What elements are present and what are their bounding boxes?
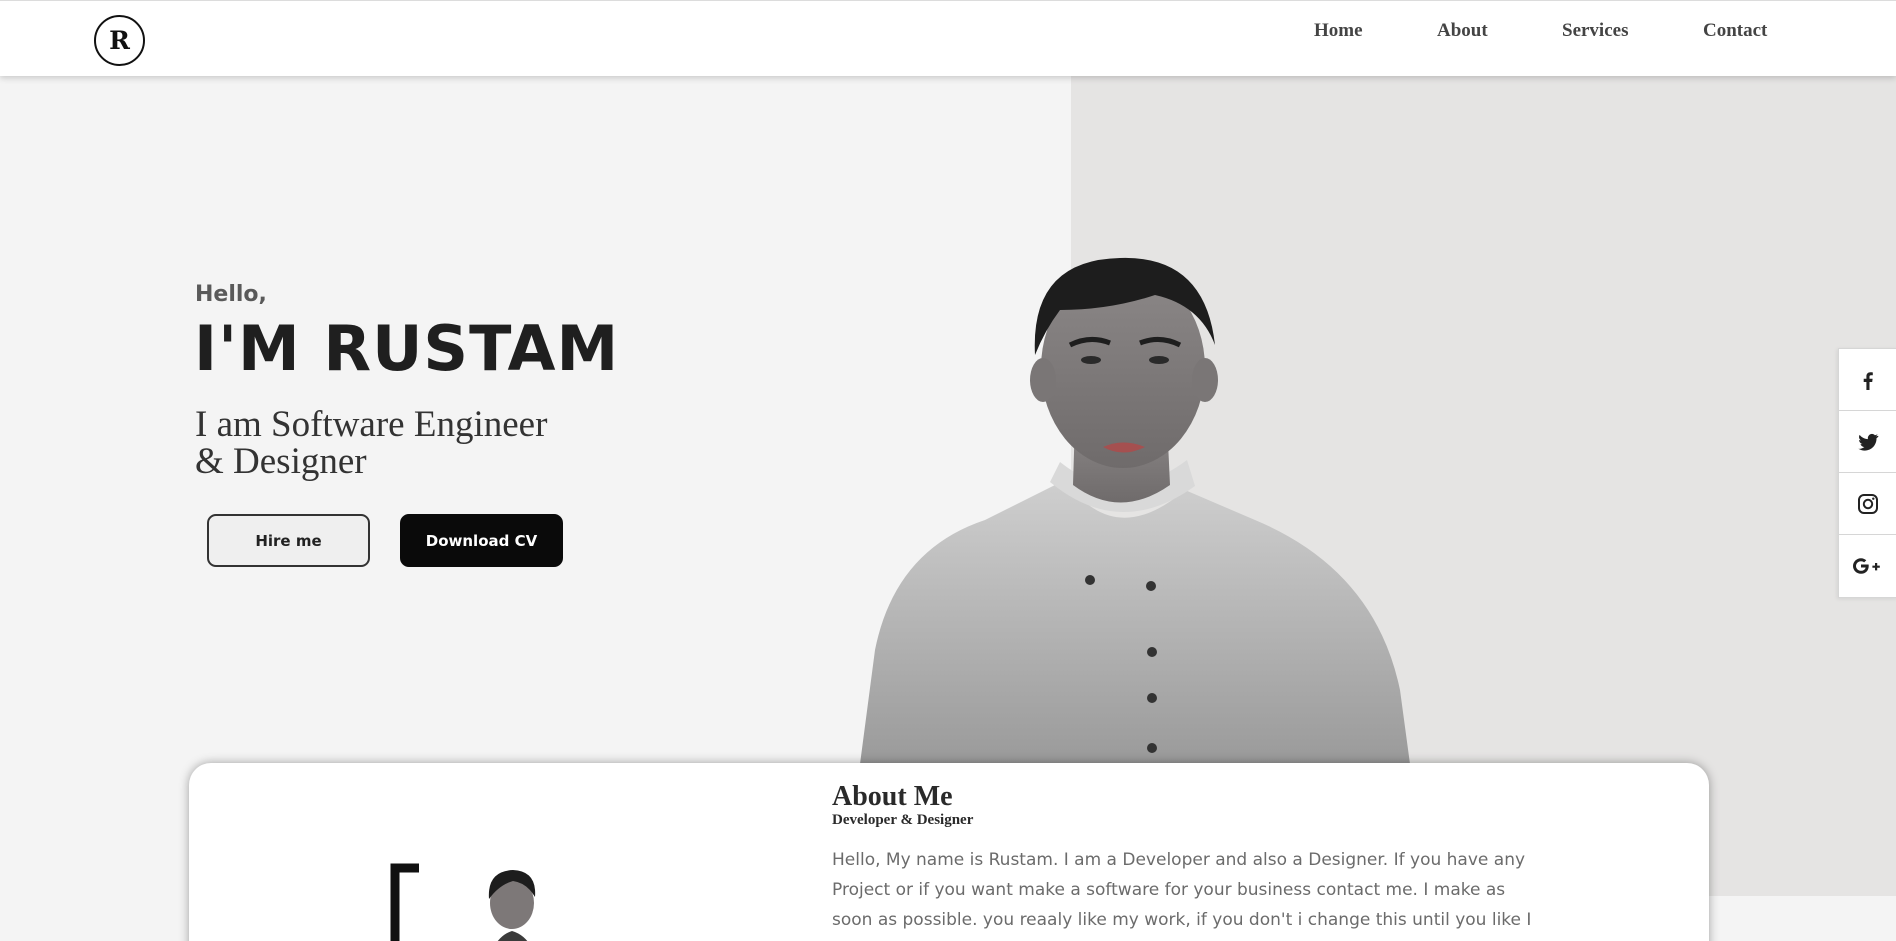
instagram-link[interactable] <box>1839 473 1896 535</box>
about-text: Hello, My name is Rustam. I am a Develop… <box>832 850 1532 941</box>
google-plus-icon <box>1853 558 1880 574</box>
twitter-link[interactable] <box>1839 411 1896 473</box>
hero-role-line1: I am Software Engineer <box>195 404 548 445</box>
hero-greeting: Hello, <box>195 282 267 307</box>
nav-about[interactable]: About <box>1437 20 1488 42</box>
download-cv-button[interactable]: Download CV <box>400 514 563 567</box>
hero-name: I'M RUSTAM <box>194 312 620 385</box>
nav-contact[interactable]: Contact <box>1703 20 1767 42</box>
about-photo <box>390 863 536 941</box>
twitter-icon <box>1858 433 1879 451</box>
nav-services[interactable]: Services <box>1562 20 1628 42</box>
nav-home[interactable]: Home <box>1314 20 1363 42</box>
instagram-icon <box>1858 493 1878 514</box>
navbar: R Home About Services Contact <box>0 0 1896 76</box>
facebook-icon <box>1863 371 1873 390</box>
portrait-image <box>860 257 1410 764</box>
hero-role-line2: & Designer <box>195 441 367 482</box>
about-card: About Me Developer & Designer Hello, My … <box>189 763 1709 941</box>
google-plus-link[interactable] <box>1839 535 1896 597</box>
facebook-link[interactable] <box>1839 349 1896 411</box>
hire-me-button[interactable]: Hire me <box>207 514 370 567</box>
logo[interactable]: R <box>94 15 145 66</box>
about-title: About Me <box>832 781 953 812</box>
hero-role: I am Software Engineer & Designer <box>195 406 615 480</box>
about-subtitle: Developer & Designer <box>832 812 974 828</box>
social-sidebar <box>1838 348 1896 598</box>
